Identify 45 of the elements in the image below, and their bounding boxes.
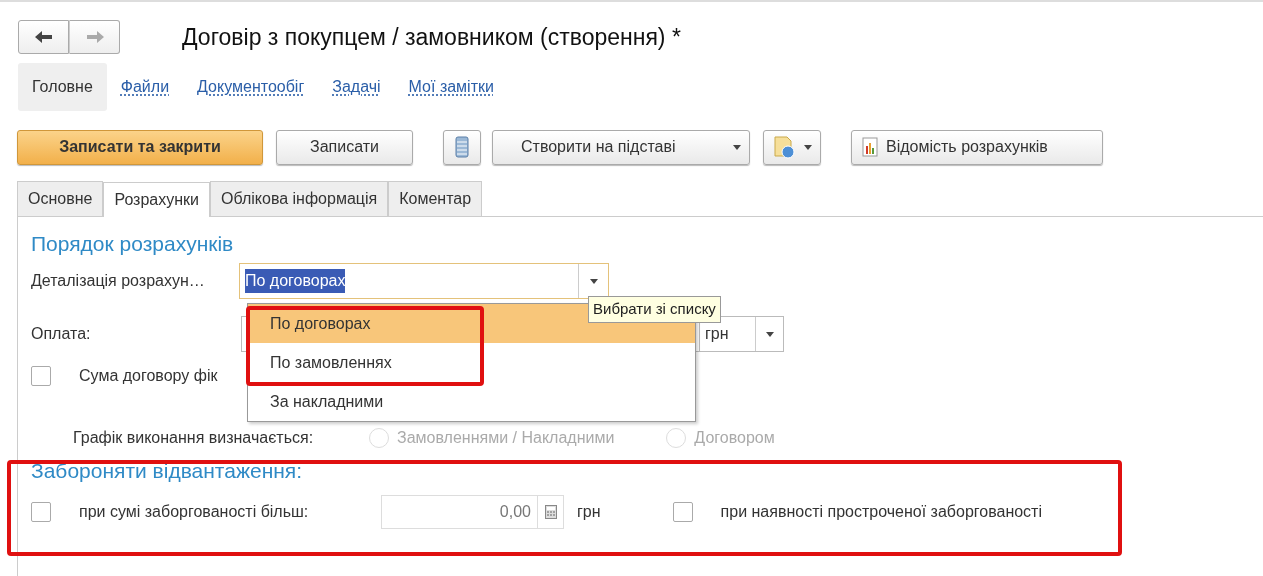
section-link[interactable]: Головне	[18, 63, 107, 111]
window-title: Договір з покупцем / замовником (створення) *	[182, 22, 681, 52]
section-heading: Порядок розрахунків	[31, 231, 235, 257]
calculator-icon	[544, 505, 557, 520]
checkbox-label: при наявності простроченої заборгованості	[720, 502, 1042, 523]
document-globe-icon	[772, 135, 796, 159]
tab[interactable]: Розрахунки	[103, 182, 210, 217]
create-based-on-button[interactable]: Створити на підставі	[492, 129, 750, 165]
section-link[interactable]: Файли	[106, 63, 184, 111]
list-icon	[455, 136, 469, 158]
checkbox[interactable]	[31, 502, 51, 523]
back-button[interactable]	[18, 20, 69, 54]
radio-label: Замовленнями / Накладними	[397, 428, 615, 449]
document-menu-button[interactable]	[763, 129, 821, 165]
settlement-report-button[interactable]: Відомість розрахунків	[851, 129, 1103, 165]
report-chart-icon	[862, 137, 878, 157]
checkbox-label: Сума договору фік	[79, 366, 218, 387]
dropdown-item[interactable]: За накладними	[248, 382, 695, 421]
list-button[interactable]	[443, 129, 481, 165]
section-link[interactable]: Документообіг	[183, 63, 319, 111]
dropdown-item[interactable]: По замовленнях	[248, 343, 695, 382]
section-heading: Забороняти відвантаження:	[31, 458, 304, 484]
amount-field[interactable]: 0,00	[381, 495, 564, 530]
currency-label: грн	[577, 502, 601, 523]
checkbox-label: при сумі заборгованості більш:	[79, 502, 310, 523]
tab[interactable]: Основне	[17, 181, 104, 216]
section-link[interactable]: Мої замітки	[394, 63, 508, 111]
field-label: Деталізація розрахун…	[31, 271, 206, 292]
checkbox[interactable]	[31, 366, 51, 387]
caret-icon	[589, 278, 598, 284]
caret-icon	[804, 144, 812, 150]
save-button[interactable]: Записати	[276, 129, 413, 165]
settlement-detail-dropdown[interactable]: По договорах	[239, 263, 609, 300]
caret-icon	[765, 331, 774, 337]
tab[interactable]: Облікова інформація	[210, 181, 389, 216]
radio-label: Договором	[694, 428, 775, 449]
currency-dropdown[interactable]: грн	[699, 316, 784, 353]
save-and-close-button[interactable]: Записати та закрити	[17, 129, 263, 165]
checkbox[interactable]	[672, 502, 693, 523]
field-label: Оплата:	[31, 324, 92, 345]
field-label: Графік виконання визначається:	[73, 428, 315, 449]
tooltip: Вибрати зі списку	[588, 296, 721, 323]
section-link[interactable]: Задачі	[318, 63, 395, 111]
tab[interactable]: Коментар	[388, 181, 483, 216]
caret-icon	[733, 144, 741, 150]
